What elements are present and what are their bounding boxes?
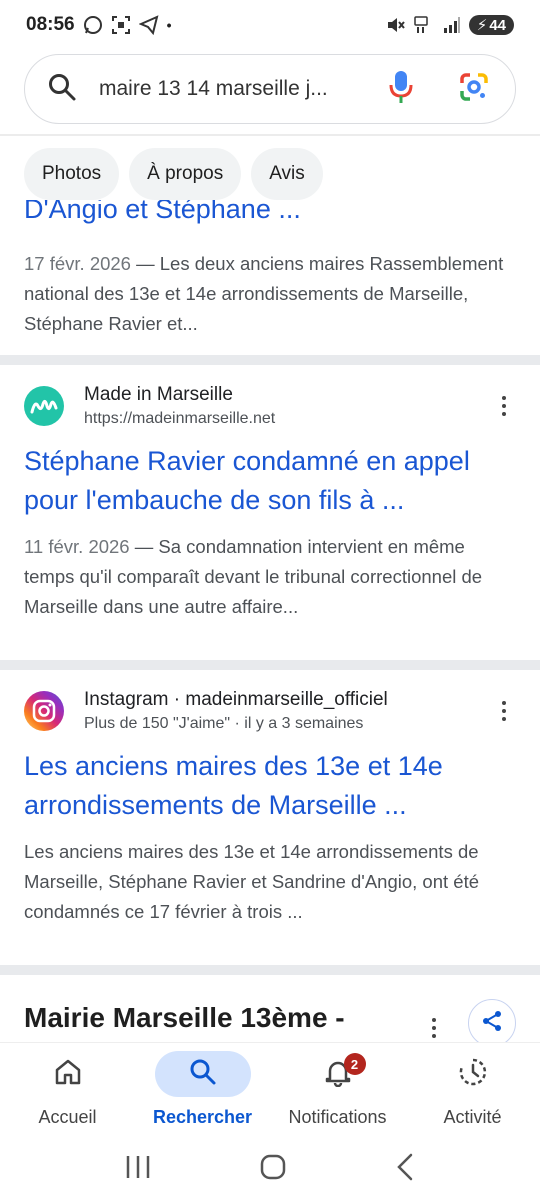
madeinmarseille-favicon-icon <box>24 386 64 426</box>
system-navigation <box>0 1140 540 1199</box>
clock: 08:56 <box>26 14 75 35</box>
next-result-title[interactable]: Mairie Marseille 13ème - <box>24 1002 345 1034</box>
instagram-favicon-icon <box>24 691 64 731</box>
partial-result: 17 févr. 2026 — Les deux anciens maires … <box>24 249 516 339</box>
chip-a-propos[interactable]: À propos <box>129 148 242 200</box>
share-icon <box>481 1010 503 1037</box>
battery-indicator: ⚡ 44 <box>468 15 514 35</box>
microphone-icon[interactable] <box>389 70 413 109</box>
home-icon <box>53 1057 83 1092</box>
back-icon[interactable] <box>393 1152 417 1187</box>
notification-badge: 2 <box>343 1053 366 1075</box>
result-source[interactable]: Instagram · madeinmarseille_officiel Plu… <box>24 683 516 739</box>
nav-label: Activité <box>443 1107 502 1127</box>
header-divider <box>0 134 540 136</box>
search-icon <box>188 1057 218 1092</box>
signal-bars-icon <box>443 16 461 34</box>
whatsapp-icon <box>83 15 103 35</box>
nav-notifications[interactable]: 2 Notifications <box>270 1043 405 1140</box>
result-date: 11 févr. 2026 <box>24 536 130 557</box>
notification-dot: • <box>166 17 172 33</box>
screenshot-icon <box>111 15 131 35</box>
more-options-icon[interactable] <box>492 396 516 416</box>
history-icon <box>457 1056 489 1093</box>
search-icon[interactable] <box>47 72 77 107</box>
more-options-icon[interactable] <box>422 1018 446 1038</box>
partial-result-title-clip: D'Angio et Stéphane ... <box>24 200 516 234</box>
charging-icon: ⚡ <box>476 17 488 34</box>
site-name: Instagram · madeinmarseille_officiel <box>84 689 388 710</box>
mute-icon <box>385 15 405 35</box>
nav-rechercher[interactable]: Rechercher <box>135 1043 270 1140</box>
search-query[interactable]: maire 13 14 marseille j... <box>99 77 359 101</box>
result-snippet: 11 févr. 2026 — Sa condamnation intervie… <box>24 536 483 617</box>
chip-photos[interactable]: Photos <box>24 148 120 200</box>
chip-avis[interactable]: Avis <box>251 148 323 200</box>
nav-label: Notifications <box>288 1107 387 1127</box>
signal-5g-icon <box>413 15 435 35</box>
result-snippet: Les anciens maires des 13e et 14e arrond… <box>24 841 480 922</box>
site-meta: Plus de 150 "J'aime" · il y a 3 semaines <box>84 715 364 732</box>
filter-chips: Photos À propos Avis <box>24 148 323 200</box>
search-result: Made in Marseille https://madeinmarseill… <box>24 378 516 622</box>
nav-activite[interactable]: Activité <box>405 1043 540 1140</box>
partial-result-title[interactable]: D'Angio et Stéphane ... <box>24 200 301 225</box>
result-title[interactable]: Les anciens maires des 13e et 14e arrond… <box>24 747 516 825</box>
nav-label: Rechercher <box>152 1107 253 1127</box>
more-options-icon[interactable] <box>492 701 516 721</box>
nav-accueil[interactable]: Accueil <box>0 1043 135 1140</box>
home-button-icon[interactable] <box>258 1152 288 1187</box>
google-lens-icon[interactable] <box>459 72 489 107</box>
result-title[interactable]: Stéphane Ravier condamné en appel pour l… <box>24 442 516 520</box>
search-result: Instagram · madeinmarseille_officiel Plu… <box>24 683 516 927</box>
search-bar[interactable]: maire 13 14 marseille j... <box>24 54 516 124</box>
bottom-navigation: Accueil Rechercher 2 Notifications Activ… <box>0 1042 540 1140</box>
nav-label: Accueil <box>38 1107 97 1127</box>
result-divider <box>0 965 540 975</box>
site-url: https://madeinmarseille.net <box>84 410 276 427</box>
partial-result-snippet: 17 févr. 2026 — Les deux anciens maires … <box>24 253 504 334</box>
share-button[interactable] <box>468 999 516 1047</box>
status-bar: 08:56 • ⚡ 44 <box>0 0 540 50</box>
result-date: 17 févr. 2026 <box>24 253 131 274</box>
telegram-icon <box>138 15 159 35</box>
result-divider <box>0 355 540 365</box>
result-source[interactable]: Made in Marseille https://madeinmarseill… <box>24 378 516 434</box>
result-divider <box>0 660 540 670</box>
recent-apps-icon[interactable] <box>123 1154 153 1185</box>
site-name: Made in Marseille <box>84 384 233 405</box>
